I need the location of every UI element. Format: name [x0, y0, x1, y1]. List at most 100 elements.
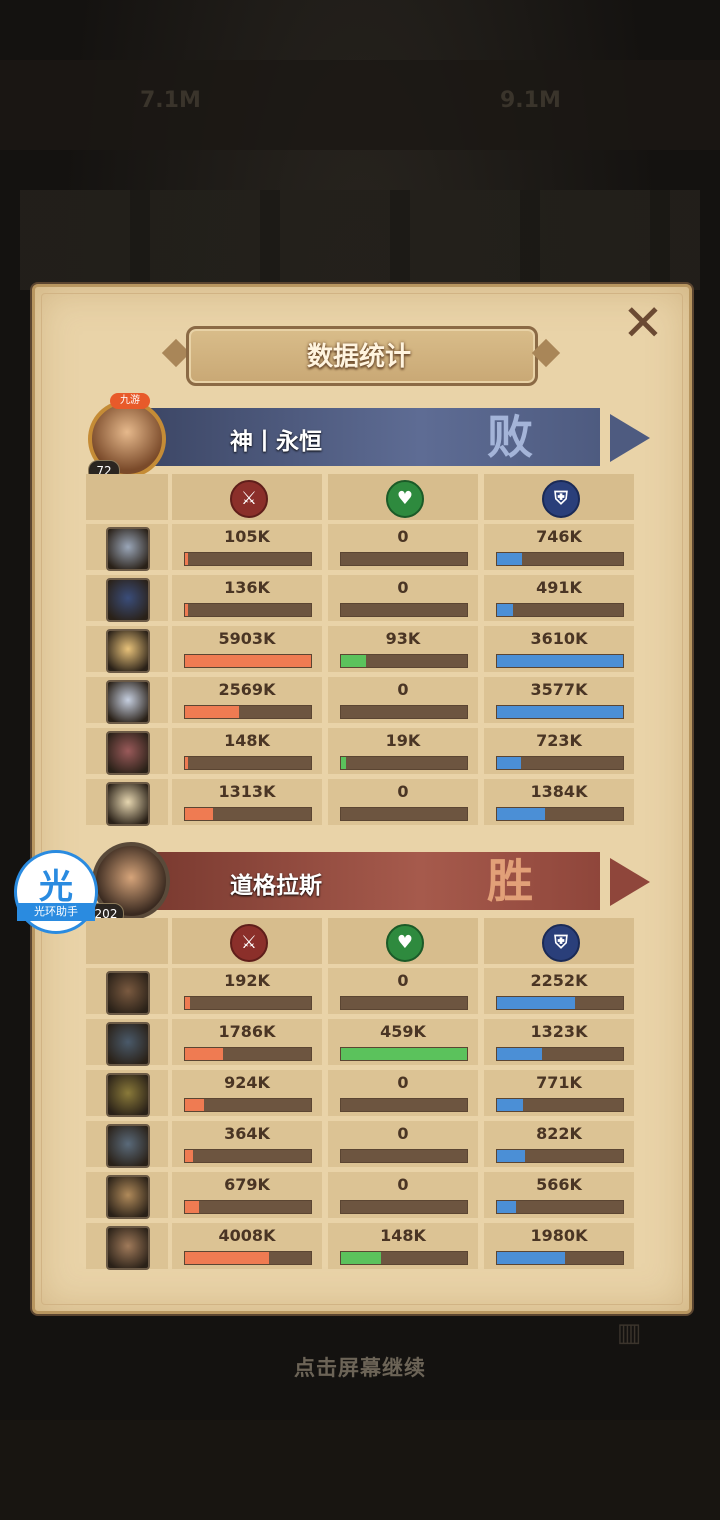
healing-value: 19K [385, 731, 421, 750]
damage-value: 105K [224, 527, 270, 546]
hero-portrait[interactable] [106, 578, 150, 622]
damage-bar [184, 552, 312, 566]
statistics-chart-icon[interactable]: ▥ [604, 1318, 654, 1348]
damage-value: 679K [224, 1175, 270, 1194]
hero-stats-row: 1313K 0 1384K [86, 779, 634, 826]
tap-to-continue[interactable]: 点击屏幕继续 [0, 1352, 720, 1382]
damage-bar [184, 1047, 312, 1061]
damage-value: 4008K [218, 1226, 276, 1245]
healing-cell: 0 [328, 524, 478, 570]
healing-bar [340, 654, 468, 668]
damage-value: 364K [224, 1124, 270, 1143]
healing-cell: 0 [328, 779, 478, 825]
damage-cell: 1313K [172, 779, 322, 825]
hero-portrait[interactable] [106, 527, 150, 571]
hero-stats-row: 192K 0 2252K [86, 968, 634, 1015]
damage-bar-fill [185, 1201, 199, 1213]
damage-bar [184, 996, 312, 1010]
hero-portrait[interactable] [106, 1175, 150, 1219]
hero-portrait[interactable] [106, 971, 150, 1015]
damage-bar [184, 705, 312, 719]
damage-taken-cell: 1980K [484, 1223, 634, 1269]
damage-bar-fill [185, 1150, 193, 1162]
healing-value: 0 [397, 1073, 409, 1092]
damage-taken-bar-fill [497, 757, 521, 769]
damage-taken-value: 1980K [530, 1226, 588, 1245]
damage-taken-cell: 1323K [484, 1019, 634, 1065]
victory-mark: 胜 [487, 854, 533, 908]
damage-taken-bar [496, 1047, 624, 1061]
damage-taken-value: 723K [536, 731, 582, 750]
damage-value: 924K [224, 1073, 270, 1092]
damage-taken-bar-fill [497, 604, 514, 616]
hero-stats-row: 1786K 459K 1323K [86, 1019, 634, 1066]
damage-bar-fill [185, 808, 213, 820]
team-name: 神丨永恒 [230, 429, 322, 455]
stats-header-row: ⚔ ♥ ⛨ [86, 918, 634, 964]
defense-shield-icon: ⛨ [542, 480, 580, 518]
damage-cell: 4008K [172, 1223, 322, 1269]
damage-taken-value: 771K [536, 1073, 582, 1092]
damage-cell: 1786K [172, 1019, 322, 1065]
healing-bar-fill [341, 1048, 467, 1060]
healing-value: 459K [380, 1022, 426, 1041]
damage-taken-bar [496, 1200, 624, 1214]
healing-cell: 459K [328, 1019, 478, 1065]
damage-taken-cell: 491K [484, 575, 634, 621]
damage-taken-bar [496, 996, 624, 1010]
healing-bar [340, 552, 468, 566]
hero-stats-row: 4008K 148K 1980K [86, 1223, 634, 1270]
panel-title: 数据统计 [306, 342, 411, 372]
assistant-floating-button[interactable]: 光 光环助手 [14, 850, 98, 934]
hero-stats-row: 105K 0 746K [86, 524, 634, 571]
hero-stats-row: 136K 0 491K [86, 575, 634, 622]
header-defense-cell: ⛨ [484, 918, 634, 964]
damage-taken-cell: 723K [484, 728, 634, 774]
header-heal-cell: ♥ [328, 474, 478, 520]
team-name: 道格拉斯 [230, 873, 322, 899]
healing-cell: 0 [328, 1121, 478, 1167]
damage-taken-cell: 822K [484, 1121, 634, 1167]
healing-bar [340, 1047, 468, 1061]
damage-cell: 924K [172, 1070, 322, 1116]
hero-portrait[interactable] [106, 782, 150, 826]
damage-value: 1786K [218, 1022, 276, 1041]
hero-stats-row: 924K 0 771K [86, 1070, 634, 1117]
damage-taken-value: 3610K [530, 629, 588, 648]
damage-value: 1313K [218, 782, 276, 801]
header-defense-cell: ⛨ [484, 474, 634, 520]
hero-portrait[interactable] [106, 1124, 150, 1168]
healing-bar [340, 1098, 468, 1112]
damage-bar [184, 1251, 312, 1265]
damage-bar-fill [185, 997, 191, 1009]
header-hero-cell [86, 474, 168, 520]
hero-portrait[interactable] [106, 1022, 150, 1066]
damage-taken-value: 2252K [530, 971, 588, 990]
damage-bar-fill [185, 1099, 204, 1111]
healing-value: 93K [385, 629, 421, 648]
hero-portrait[interactable] [106, 731, 150, 775]
damage-taken-cell: 1384K [484, 779, 634, 825]
healing-value: 0 [397, 578, 409, 597]
damage-taken-value: 822K [536, 1124, 582, 1143]
damage-bar [184, 807, 312, 821]
damage-taken-bar-fill [497, 706, 623, 718]
damage-bar-fill [185, 553, 188, 565]
healing-cell: 93K [328, 626, 478, 672]
hero-stats-row: 5903K 93K 3610K [86, 626, 634, 673]
damage-taken-bar-fill [497, 655, 623, 667]
close-x-icon[interactable]: ✕ [618, 298, 668, 348]
hero-portrait[interactable] [106, 629, 150, 673]
hero-portrait[interactable] [106, 680, 150, 724]
damage-taken-bar-fill [497, 553, 523, 565]
hero-portrait[interactable] [106, 1226, 150, 1270]
healing-cell: 0 [328, 575, 478, 621]
damage-bar-fill [185, 1252, 270, 1264]
damage-bar-fill [185, 757, 188, 769]
hero-cell [86, 626, 168, 673]
vip-badge: 九游 [110, 393, 150, 409]
damage-value: 2569K [218, 680, 276, 699]
hero-portrait[interactable] [106, 1073, 150, 1117]
damage-cell: 5903K [172, 626, 322, 672]
damage-cell: 148K [172, 728, 322, 774]
